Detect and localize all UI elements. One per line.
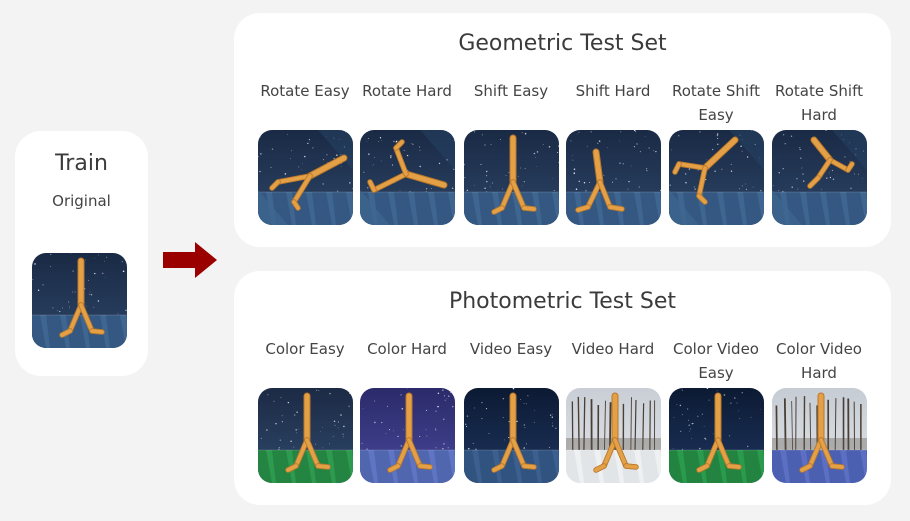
geometric-title: Geometric Test Set (458, 31, 667, 56)
photometric-image-video-hard-stand (566, 388, 661, 483)
geometric-image-original-rotate-shift-hard (772, 130, 867, 225)
photometric-title: Photometric Test Set (448, 289, 677, 314)
photometric-image-color-hard-stand (360, 388, 455, 483)
geometric-label: Shift Hard (575, 82, 651, 100)
photometric-test-set-panel: Photometric Test Set Color Easy Color Har… (234, 271, 891, 505)
photometric-label: Video Hard (571, 340, 655, 358)
geometric-label: Rotate Shift Hard (775, 82, 863, 124)
photometric-label: Video Easy (469, 340, 553, 358)
photometric-label: Color Hard (367, 340, 447, 358)
photometric-image-video-easy-stand (464, 388, 559, 483)
geometric-image-original-shift-hard (566, 130, 661, 225)
photometric-image-color-easy-stand (258, 388, 353, 483)
photometric-image-color-video-easy-stand (669, 388, 764, 483)
geometric-label: Shift Easy (473, 82, 549, 100)
photometric-image-color-video-hard-stand (772, 388, 867, 483)
photometric-label: Color Video Easy (673, 340, 759, 382)
train-title: Train (55, 151, 108, 176)
geometric-label: Rotate Hard (362, 82, 452, 100)
right-arrow-icon (163, 242, 217, 278)
geometric-image-original-stand (464, 130, 559, 225)
train-subtitle: Original (52, 192, 111, 210)
geometric-label: Rotate Easy (260, 82, 350, 100)
geometric-test-set-panel: Geometric Test Set Rotate Easy Rotate Har… (234, 13, 891, 247)
geometric-label: Rotate Shift Easy (672, 82, 760, 124)
geometric-image-original-rotate-hard (360, 130, 455, 225)
photometric-label: Color Video Hard (776, 340, 862, 382)
geometric-image-original-rotate-easy (258, 130, 353, 225)
walker-figure-original (32, 253, 127, 348)
geometric-image-original-rotate-shift-easy (669, 130, 764, 225)
photometric-label: Color Easy (265, 340, 345, 358)
train-panel: Train Original (15, 131, 148, 376)
